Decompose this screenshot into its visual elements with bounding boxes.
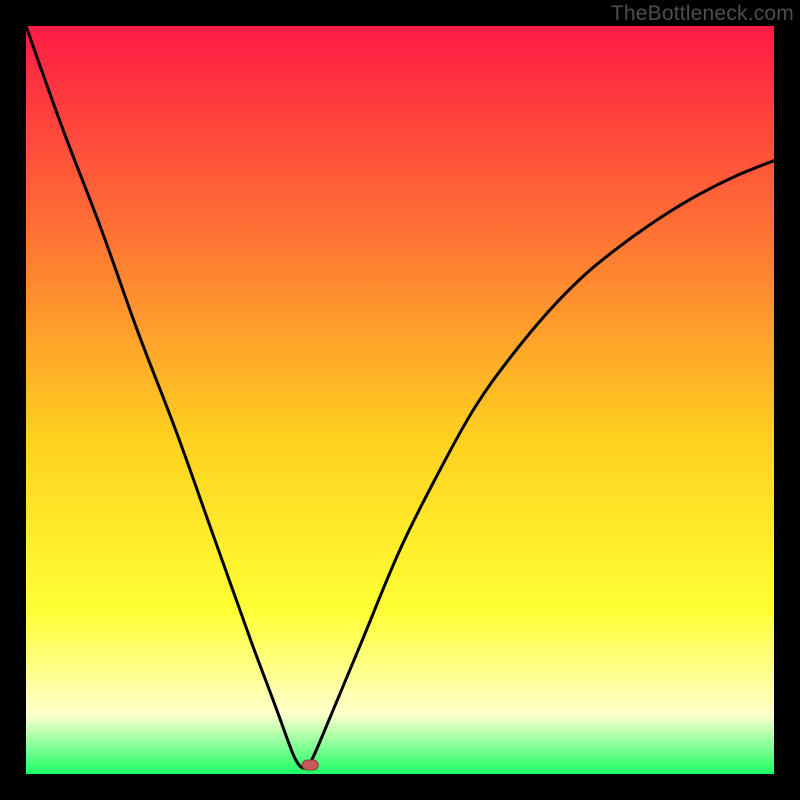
- watermark-text: TheBottleneck.com: [611, 2, 794, 26]
- optimum-marker: [302, 760, 318, 770]
- gradient-background: [26, 26, 774, 774]
- bottleneck-chart: [26, 26, 774, 774]
